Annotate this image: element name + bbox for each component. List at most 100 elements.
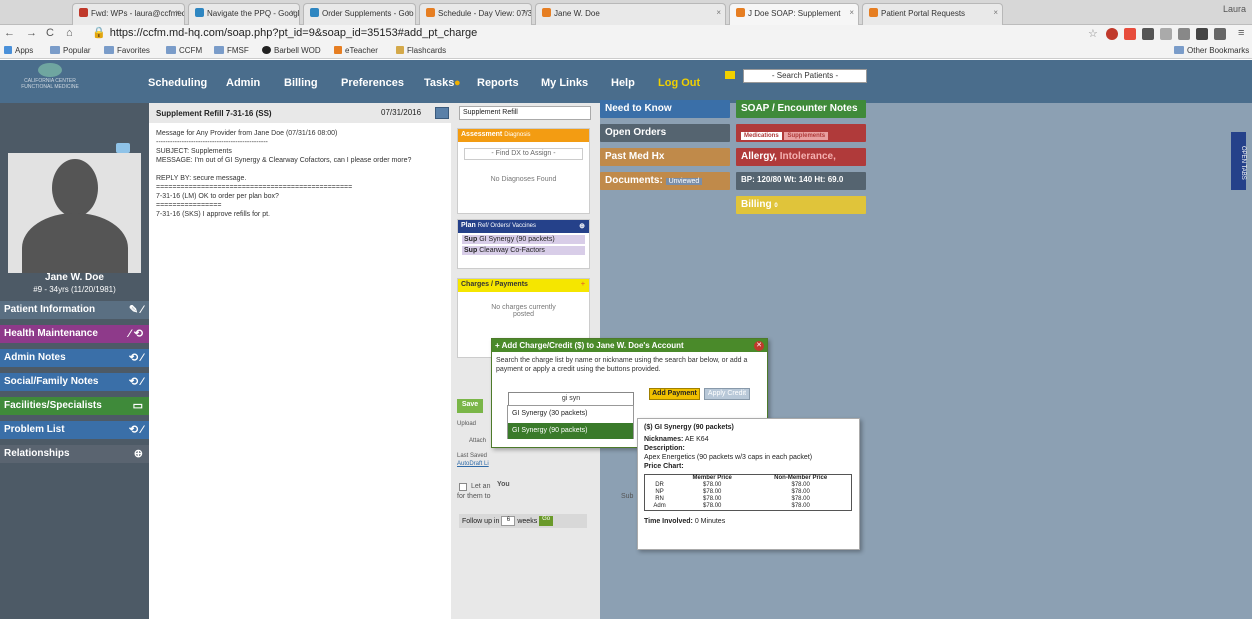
browser-tab[interactable]: Order Supplements - Goo × xyxy=(303,3,416,25)
go-button[interactable]: Go xyxy=(539,516,554,526)
forward-icon[interactable]: → xyxy=(26,27,37,39)
bookmark-ccfm[interactable]: CCFM xyxy=(166,46,202,55)
nav-preferences[interactable]: Preferences xyxy=(341,77,404,89)
bookmark-favorites[interactable]: Favorites xyxy=(104,46,150,55)
nav-scheduling[interactable]: Scheduling xyxy=(148,77,207,89)
open-orders-button[interactable]: Open Orders xyxy=(600,124,730,142)
allergy-button[interactable]: Allergy, Intolerance, xyxy=(736,148,866,166)
supplements-tab[interactable]: Supplements xyxy=(784,132,829,140)
menu-icon[interactable]: ≡ xyxy=(1238,27,1244,39)
history-icon[interactable]: ⟲ ⁄ xyxy=(129,375,143,388)
bookmark-apps[interactable]: Apps xyxy=(4,46,33,55)
unviewed-badge[interactable]: Unviewed xyxy=(665,178,703,185)
message-icon[interactable] xyxy=(116,143,130,153)
need-to-know-button[interactable]: Need to Know xyxy=(600,100,730,118)
close-icon[interactable]: × xyxy=(522,8,527,17)
bookmark-barbell[interactable]: Barbell WOD xyxy=(262,46,321,55)
browser-tab[interactable]: Patient Portal Requests × xyxy=(862,3,1003,25)
close-icon[interactable]: × xyxy=(290,8,295,17)
note-date[interactable]: 07/31/2016 xyxy=(381,108,421,117)
soap-notes-button[interactable]: SOAP / Encounter Notes xyxy=(736,100,866,118)
open-tabs-button[interactable]: OPEN TABS xyxy=(1231,132,1246,190)
url-field[interactable]: 🔒 https://ccfm.md-hq.com/soap.php?pt_id=9… xyxy=(92,26,477,39)
close-icon[interactable]: × xyxy=(993,8,998,17)
sidebar-item-problem-list[interactable]: Problem List ⟲ ⁄ xyxy=(0,421,149,439)
history-icon[interactable]: ⟲ ⁄ xyxy=(129,351,143,364)
billing-button[interactable]: Billing 0 xyxy=(736,196,866,214)
follow-up-weeks-input[interactable]: 6 xyxy=(501,516,516,526)
history-icon[interactable]: ⁄ ⟲ xyxy=(129,327,143,340)
extension-icon[interactable] xyxy=(1214,28,1226,40)
back-icon[interactable]: ← xyxy=(4,27,15,39)
browser-tab[interactable]: Navigate the PPQ - Googl × xyxy=(188,3,300,25)
close-icon[interactable]: × xyxy=(716,8,721,17)
bookmark-fmsf[interactable]: FMSF xyxy=(214,46,249,55)
nav-reports[interactable]: Reports xyxy=(477,77,519,89)
add-charge-icon[interactable]: + xyxy=(581,281,585,288)
note-type-select[interactable]: Supplement Refill xyxy=(459,106,591,120)
add-icon[interactable]: ⊕ xyxy=(134,447,143,460)
apply-credit-button[interactable]: Apply Credit xyxy=(704,388,750,400)
search-result-item-selected[interactable]: GI Synergy (90 packets) xyxy=(508,423,633,439)
close-icon[interactable]: ✕ xyxy=(754,341,764,351)
reload-icon[interactable]: C xyxy=(46,27,54,39)
find-dx-select[interactable]: - Find DX to Assign - xyxy=(464,148,583,160)
folder-icon[interactable]: ▭ xyxy=(133,399,143,412)
note-body-text[interactable]: Message for Any Provider from Jane Doe (… xyxy=(156,129,446,219)
patient-search-input[interactable]: - Search Patients - xyxy=(743,69,867,83)
note-title[interactable]: Supplement Refill 7-31-16 (SS) xyxy=(156,109,272,118)
home-icon[interactable]: ⌂ xyxy=(66,27,73,39)
clinic-logo[interactable]: CALIFORNIA CENTER FUNCTIONAL MEDICINE xyxy=(20,63,80,90)
close-icon[interactable]: × xyxy=(406,8,411,17)
close-icon[interactable]: × xyxy=(849,8,854,17)
nav-admin[interactable]: Admin xyxy=(226,77,260,89)
sidebar-item-social-family-notes[interactable]: Social/Family Notes ⟲ ⁄ xyxy=(0,373,149,391)
add-plan-icon[interactable]: ⊕ xyxy=(579,222,585,230)
past-med-hx-button[interactable]: Past Med Hx xyxy=(600,148,730,166)
extension-icon[interactable] xyxy=(1160,28,1172,40)
sticky-note-icon[interactable] xyxy=(725,71,735,79)
close-icon[interactable]: × xyxy=(175,8,180,17)
save-button[interactable]: Save xyxy=(457,399,483,413)
let-checkbox[interactable] xyxy=(459,483,467,491)
browser-tab-active[interactable]: J Doe SOAP: Supplement × xyxy=(729,3,859,25)
browser-tab[interactable]: Fwd: WPs - laura@ccfmed × xyxy=(72,3,185,25)
sidebar-item-health-maintenance[interactable]: Health Maintenance ⁄ ⟲ xyxy=(0,325,149,343)
nav-my-links[interactable]: My Links xyxy=(541,77,588,89)
browser-tab[interactable]: Schedule - Day View: 07/3 × xyxy=(419,3,532,25)
nav-logout[interactable]: Log Out xyxy=(658,77,700,89)
browser-tab[interactable]: Jane W. Doe × xyxy=(535,3,726,25)
charge-search-input[interactable]: gi syn xyxy=(508,392,634,406)
nav-help[interactable]: Help xyxy=(611,77,635,89)
plan-item[interactable]: Sup Clearway Co-Factors xyxy=(462,246,585,255)
other-bookmarks[interactable]: Other Bookmarks xyxy=(1174,46,1249,55)
vitals-button[interactable]: BP: 120/80 Wt: 140 Ht: 69.0 xyxy=(736,172,866,190)
bookmark-popular[interactable]: Popular xyxy=(50,46,91,55)
extension-icon[interactable] xyxy=(1124,28,1136,40)
sidebar-item-facilities-specialists[interactable]: Facilities/Specialists ▭ xyxy=(0,397,149,415)
documents-button[interactable]: Documents: Unviewed xyxy=(600,172,730,190)
calendar-icon[interactable] xyxy=(435,107,449,119)
edit-icon[interactable]: ✎ ⁄ xyxy=(129,303,143,316)
pinterest-icon[interactable] xyxy=(1106,28,1118,40)
upload-link[interactable]: Upload xyxy=(457,421,476,427)
history-icon[interactable]: ⟲ ⁄ xyxy=(129,423,143,436)
plan-item[interactable]: Sup GI Synergy (90 packets) xyxy=(462,235,585,244)
bookmark-eteacher[interactable]: eTeacher xyxy=(334,46,378,55)
search-result-item[interactable]: GI Synergy (30 packets) xyxy=(508,406,633,422)
sidebar-item-admin-notes[interactable]: Admin Notes ⟲ ⁄ xyxy=(0,349,149,367)
nav-tasks[interactable]: Tasks xyxy=(424,77,454,89)
medications-tab[interactable]: Medications xyxy=(741,132,782,140)
browser-user[interactable]: Laura xyxy=(1223,4,1246,14)
extension-icon[interactable] xyxy=(1178,28,1190,40)
bookmark-flashcards[interactable]: Flashcards xyxy=(396,46,446,55)
attach-link[interactable]: Attach xyxy=(469,438,486,444)
extension-icon[interactable] xyxy=(1196,28,1208,40)
sidebar-item-patient-information[interactable]: Patient Information ✎ ⁄ xyxy=(0,301,149,319)
extension-icon[interactable] xyxy=(1142,28,1154,40)
sidebar-item-relationships[interactable]: Relationships ⊕ xyxy=(0,445,149,463)
nav-billing[interactable]: Billing xyxy=(284,77,318,89)
autodraft-link[interactable]: AutoDraft Li xyxy=(457,461,489,467)
add-payment-button[interactable]: Add Payment xyxy=(649,388,700,400)
star-icon[interactable]: ☆ xyxy=(1088,27,1098,40)
